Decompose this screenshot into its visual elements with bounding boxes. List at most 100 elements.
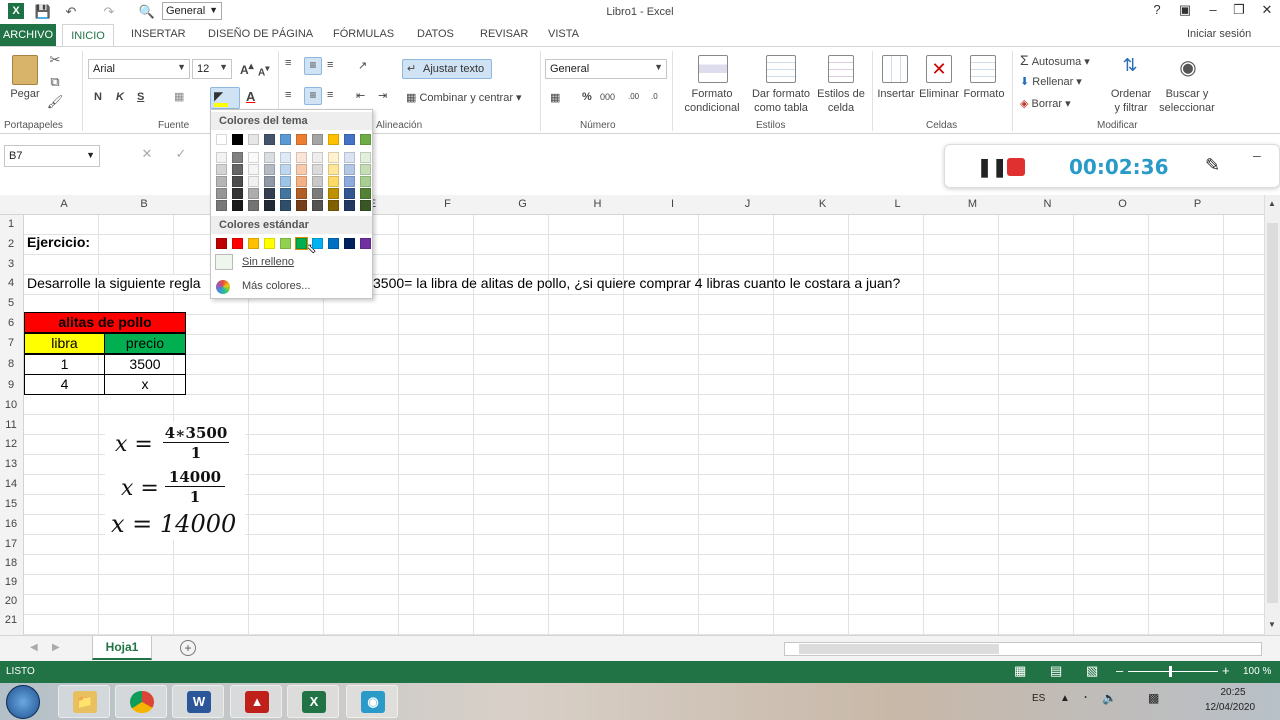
theme-color-shade[interactable] bbox=[296, 176, 307, 187]
clock-date[interactable]: 12/04/2020 bbox=[1200, 702, 1260, 713]
enter-formula-icon[interactable]: ✓ bbox=[172, 145, 190, 163]
zoom-in-icon[interactable]: + bbox=[1222, 663, 1230, 678]
percent-icon[interactable]: % bbox=[582, 91, 592, 103]
row-header[interactable]: 18 bbox=[0, 557, 22, 569]
column-header[interactable]: M bbox=[935, 198, 1010, 210]
row-header[interactable]: 4 bbox=[0, 277, 22, 289]
row-header[interactable]: 13 bbox=[0, 458, 22, 470]
more-colors-option[interactable]: Más colores... bbox=[242, 280, 310, 292]
tab-datos[interactable]: DATOS bbox=[417, 28, 454, 40]
theme-color-shade[interactable] bbox=[296, 200, 307, 211]
column-header[interactable]: J bbox=[710, 198, 785, 210]
theme-color-shade[interactable] bbox=[312, 176, 323, 187]
theme-color-swatch[interactable] bbox=[216, 134, 227, 145]
cell-styles-button[interactable]: Estilos de celda bbox=[814, 87, 868, 115]
decrease-indent-icon[interactable]: ⇤ bbox=[356, 89, 365, 102]
tab-diseno[interactable]: DISEÑO DE PÁGINA bbox=[208, 28, 313, 40]
add-sheet-icon[interactable]: + bbox=[180, 640, 196, 656]
cell-b8[interactable]: 3500 bbox=[104, 354, 186, 375]
column-header[interactable]: P bbox=[1160, 198, 1235, 210]
orientation-icon[interactable]: ↗ bbox=[358, 59, 367, 72]
theme-color-shade[interactable] bbox=[264, 152, 275, 163]
taskbar-recorder[interactable]: ◉ bbox=[346, 685, 398, 718]
theme-color-shade[interactable] bbox=[312, 152, 323, 163]
standard-color-swatch[interactable] bbox=[328, 238, 339, 249]
row-header[interactable]: 9 bbox=[0, 379, 22, 391]
theme-color-swatch[interactable] bbox=[248, 134, 259, 145]
bold-button[interactable]: N bbox=[94, 91, 102, 103]
paste-icon[interactable] bbox=[12, 55, 38, 85]
conditional-format-button[interactable]: Formato condicional bbox=[676, 87, 748, 115]
theme-color-shade[interactable] bbox=[312, 164, 323, 175]
merge-center-button[interactable]: ▦ Combinar y centrar ▾ bbox=[406, 91, 522, 105]
cell-a4-text-continued[interactable]: 3500= la libra de alitas de pollo, ¿si q… bbox=[373, 275, 900, 291]
row-header[interactable]: 10 bbox=[0, 399, 22, 411]
zoom-slider[interactable] bbox=[1128, 671, 1218, 672]
sort-filter-button[interactable]: Ordenar y filtrar bbox=[1106, 87, 1156, 115]
vertical-scrollbar[interactable]: ▲ ▼ bbox=[1264, 195, 1280, 635]
autosum-button[interactable]: Σ Autosuma ▾ bbox=[1020, 53, 1090, 69]
theme-color-shade[interactable] bbox=[344, 152, 355, 163]
theme-color-shade[interactable] bbox=[280, 200, 291, 211]
theme-color-shade[interactable] bbox=[248, 188, 259, 199]
theme-color-swatch[interactable] bbox=[344, 134, 355, 145]
theme-color-shade[interactable] bbox=[248, 176, 259, 187]
column-header[interactable]: H bbox=[560, 198, 635, 210]
cell-b9[interactable]: x bbox=[104, 374, 186, 395]
taskbar-chrome[interactable] bbox=[115, 685, 167, 718]
sign-in-link[interactable]: Iniciar sesión bbox=[1187, 28, 1251, 40]
shrink-font-icon[interactable]: A▾ bbox=[258, 63, 269, 78]
wrap-text-button[interactable]: Ajustar texto ↵ bbox=[402, 59, 492, 79]
theme-color-swatch[interactable] bbox=[312, 134, 323, 145]
standard-color-swatch[interactable] bbox=[295, 237, 308, 250]
theme-color-shade[interactable] bbox=[232, 188, 243, 199]
theme-color-shade[interactable] bbox=[296, 188, 307, 199]
tab-insertar[interactable]: INSERTAR bbox=[131, 28, 186, 40]
align-middle-icon[interactable]: ≡ bbox=[304, 57, 322, 75]
theme-color-shade[interactable] bbox=[248, 152, 259, 163]
show-hidden-icons-icon[interactable]: ▲ bbox=[1060, 693, 1070, 704]
theme-color-shade[interactable] bbox=[312, 188, 323, 199]
font-color-icon[interactable]: A bbox=[246, 89, 255, 104]
theme-color-shade[interactable] bbox=[328, 188, 339, 199]
theme-color-swatch[interactable] bbox=[280, 134, 291, 145]
font-name-combo[interactable]: Arial ▼ bbox=[88, 59, 190, 79]
theme-color-shade[interactable] bbox=[232, 200, 243, 211]
grow-font-icon[interactable]: A▴ bbox=[240, 61, 254, 77]
row-header[interactable]: 7 bbox=[0, 337, 22, 349]
italic-button[interactable]: K bbox=[116, 91, 124, 103]
row-header[interactable]: 5 bbox=[0, 297, 22, 309]
taskbar-acrobat[interactable]: ▲ bbox=[230, 685, 282, 718]
align-left-icon[interactable]: ≡ bbox=[285, 89, 291, 101]
column-header[interactable]: F bbox=[410, 198, 485, 210]
tab-revisar[interactable]: REVISAR bbox=[480, 28, 528, 40]
fill-button[interactable]: ⬇ Rellenar ▾ bbox=[1020, 75, 1082, 89]
column-header[interactable]: B bbox=[104, 198, 184, 210]
theme-color-shade[interactable] bbox=[232, 152, 243, 163]
currency-icon[interactable]: ▦ bbox=[550, 91, 560, 104]
cell-a8[interactable]: 1 bbox=[24, 354, 105, 375]
close-icon[interactable]: ✕ bbox=[1256, 2, 1278, 22]
increase-decimal-icon[interactable]: .00 bbox=[628, 92, 639, 101]
row-header[interactable]: 20 bbox=[0, 595, 22, 607]
theme-color-shade[interactable] bbox=[264, 176, 275, 187]
column-header[interactable]: I bbox=[635, 198, 710, 210]
taskbar-word[interactable]: W bbox=[172, 685, 224, 718]
decrease-decimal-icon[interactable]: .0 bbox=[651, 92, 658, 101]
theme-color-shade[interactable] bbox=[344, 200, 355, 211]
volume-icon[interactable]: 🔊 bbox=[1102, 691, 1117, 705]
thousands-icon[interactable]: 000 bbox=[600, 92, 615, 102]
theme-color-shade[interactable] bbox=[296, 164, 307, 175]
row-header[interactable]: 15 bbox=[0, 498, 22, 510]
standard-color-swatch[interactable] bbox=[216, 238, 227, 249]
number-format-combo[interactable]: General ▼ bbox=[545, 59, 667, 79]
scroll-down-icon[interactable]: ▼ bbox=[1268, 620, 1276, 629]
column-header[interactable]: L bbox=[860, 198, 935, 210]
paste-button[interactable]: Pegar bbox=[6, 87, 44, 101]
align-right-icon[interactable]: ≡ bbox=[327, 89, 333, 101]
theme-color-shade[interactable] bbox=[360, 188, 371, 199]
page-layout-icon[interactable]: ▤ bbox=[1050, 663, 1062, 679]
theme-color-shade[interactable] bbox=[216, 200, 227, 211]
standard-color-swatch[interactable] bbox=[312, 238, 323, 249]
page-break-icon[interactable]: ▧ bbox=[1086, 663, 1098, 679]
